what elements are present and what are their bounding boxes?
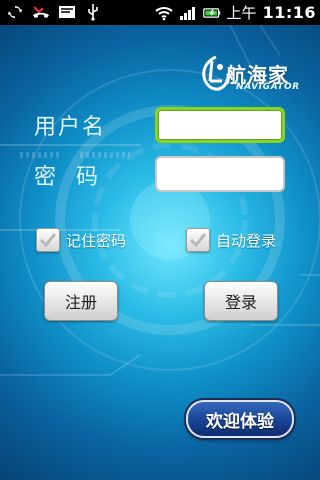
status-time: 11:16	[262, 3, 316, 22]
logo-name-en: NAVIGATOR	[236, 82, 300, 92]
checkmark-icon	[39, 233, 57, 248]
register-button[interactable]: 注册	[44, 281, 118, 321]
remember-password-checkbox[interactable]	[36, 228, 60, 252]
login-screen: 航海家 NAVIGATOR 用户名 密 码 记住密码 自动登录 注册 登录 欢迎…	[0, 25, 320, 480]
sync-icon	[6, 3, 24, 21]
auto-login-option[interactable]: 自动登录	[186, 228, 276, 252]
signal-icon	[179, 4, 197, 22]
checkmark-icon	[189, 233, 207, 248]
message-icon	[58, 3, 76, 21]
status-bar-system: 上午 11:16	[154, 2, 316, 23]
status-bar: 上午 11:16	[0, 0, 320, 25]
auto-login-checkbox[interactable]	[186, 228, 210, 252]
logo-emblem-icon	[202, 55, 230, 91]
remember-password-label: 记住密码	[66, 231, 127, 250]
username-input[interactable]	[155, 107, 285, 143]
login-button[interactable]: 登录	[204, 281, 278, 321]
remember-password-option[interactable]: 记住密码	[36, 228, 126, 252]
username-label: 用户名	[34, 115, 107, 140]
wifi-icon	[154, 4, 173, 22]
battery-charging-icon	[202, 4, 221, 22]
experience-button[interactable]: 欢迎体验	[186, 400, 294, 438]
status-bar-notifications	[6, 3, 102, 21]
password-label: 密 码	[34, 165, 100, 190]
auto-login-label: 自动登录	[216, 231, 277, 250]
app-logo: 航海家 NAVIGATOR	[196, 55, 308, 95]
missed-call-icon	[32, 3, 50, 21]
usb-icon	[84, 3, 102, 21]
password-input[interactable]	[155, 156, 285, 192]
status-time-ampm: 上午	[226, 4, 257, 22]
